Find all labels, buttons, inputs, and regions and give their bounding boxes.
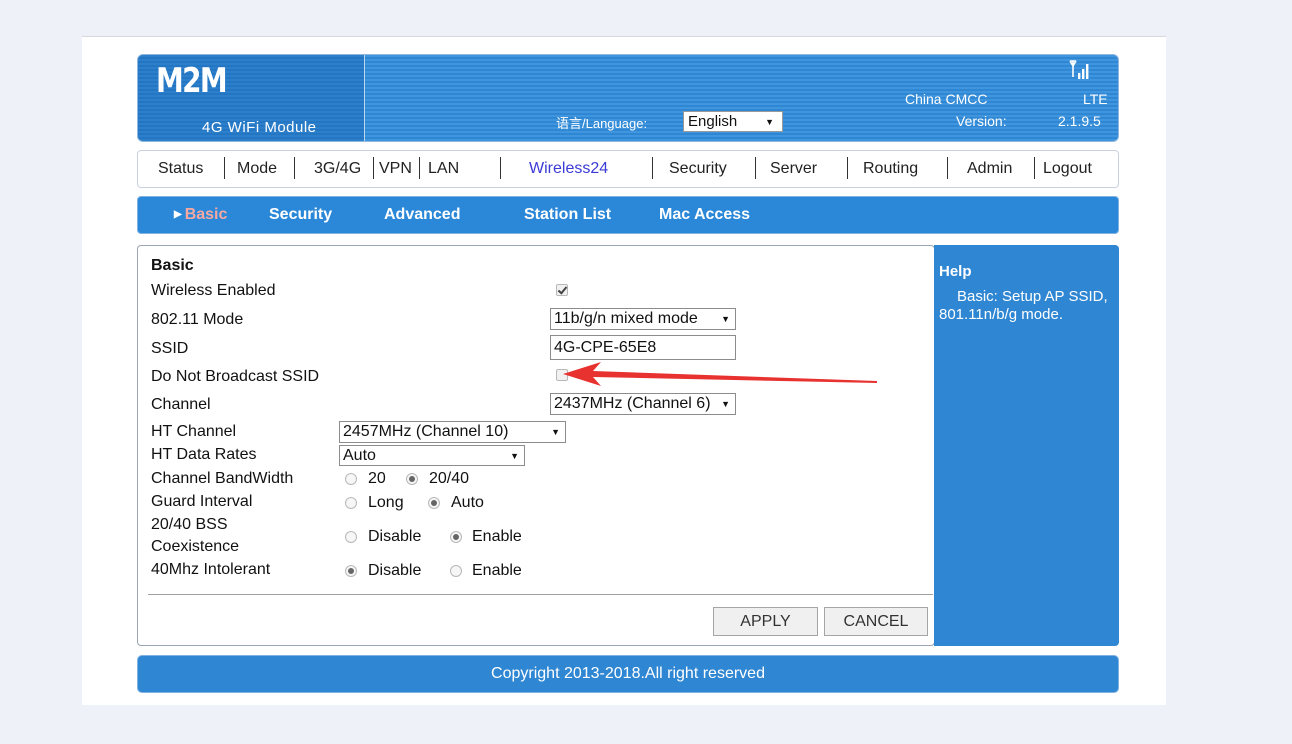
intolerant-disable-label: Disable <box>368 562 422 579</box>
tab-mac-access[interactable]: Mac Access <box>659 206 750 224</box>
header-banner: M2M 4G WiFi Module 语言/Language: English … <box>137 54 1119 142</box>
mode-label: 802.11 Mode <box>151 311 244 328</box>
chevron-down-icon: ▼ <box>549 422 560 442</box>
bandwidth-label: Channel BandWidth <box>151 470 294 487</box>
ssid-label: SSID <box>151 340 189 357</box>
signal-strength-icon <box>1069 60 1089 79</box>
chevron-down-icon: ▼ <box>508 446 519 465</box>
channel-value: 2437MHz (Channel 6) <box>554 395 711 412</box>
nav-separator <box>947 157 948 179</box>
annotation-arrow <box>563 362 877 386</box>
nav-separator <box>500 157 501 179</box>
brand-logo: M2M <box>156 61 228 101</box>
ssid-input[interactable]: 4G-CPE-65E8 <box>550 335 736 360</box>
carrier-name: China CMCC <box>905 91 988 107</box>
guard-auto-radio[interactable] <box>428 497 440 509</box>
tab-security[interactable]: Security <box>269 206 332 224</box>
channel-label: Channel <box>151 396 211 413</box>
nav-separator <box>847 157 848 179</box>
nav-separator <box>373 157 374 179</box>
bss-disable-label: Disable <box>368 528 422 545</box>
chevron-down-icon: ▼ <box>719 394 730 414</box>
nav-security[interactable]: Security <box>669 160 727 178</box>
nav-status[interactable]: Status <box>158 160 203 178</box>
bandwidth-2040-radio[interactable] <box>406 473 418 485</box>
nav-wireless24[interactable]: Wireless24 <box>529 160 608 178</box>
language-select[interactable]: English ▼ <box>683 111 783 132</box>
page-sheet: M2M 4G WiFi Module 语言/Language: English … <box>82 36 1166 705</box>
nav-mode[interactable]: Mode <box>237 160 277 178</box>
chevron-down-icon: ▼ <box>719 309 730 329</box>
ht-channel-value: 2457MHz (Channel 10) <box>343 423 509 440</box>
section-title: Basic <box>151 257 194 274</box>
nav-separator <box>294 157 295 179</box>
intolerant-enable-radio[interactable] <box>450 565 462 577</box>
basic-settings-panel: Basic Wireless Enabled 802.11 Mode 11b/g… <box>137 245 935 646</box>
nav-separator <box>652 157 653 179</box>
wireless-enabled-checkbox[interactable] <box>556 284 568 296</box>
caret-right-icon: ▶ <box>174 209 182 220</box>
nav-3g4g[interactable]: 3G/4G <box>314 160 361 178</box>
network-type: LTE <box>1083 91 1108 107</box>
ht-channel-label: HT Channel <box>151 423 237 440</box>
help-text: Basic: Setup AP SSID, 801.11n/b/g mode. <box>939 288 1108 323</box>
nav-separator <box>755 157 756 179</box>
bss-enable-label: Enable <box>472 528 522 545</box>
nav-logout[interactable]: Logout <box>1043 160 1092 178</box>
nav-routing[interactable]: Routing <box>863 160 918 178</box>
channel-select[interactable]: 2437MHz (Channel 6) ▼ <box>550 393 736 415</box>
mode-select[interactable]: 11b/g/n mixed mode ▼ <box>550 308 736 330</box>
language-label: 语言/Language: <box>556 116 648 131</box>
bss-enable-radio[interactable] <box>450 531 462 543</box>
ht-rates-value: Auto <box>343 447 376 464</box>
guard-long-radio[interactable] <box>345 497 357 509</box>
nav-separator <box>1034 157 1035 179</box>
ht-channel-select[interactable]: 2457MHz (Channel 10) ▼ <box>339 421 566 443</box>
nav-server[interactable]: Server <box>770 160 817 178</box>
guard-long-label: Long <box>368 494 404 511</box>
guard-label: Guard Interval <box>151 493 253 510</box>
cancel-button[interactable]: CANCEL <box>824 607 928 636</box>
bss-label-line2: Coexistence <box>151 538 240 555</box>
tab-basic[interactable]: ▶ Basic <box>174 206 227 224</box>
wireless-enabled-label: Wireless Enabled <box>151 282 276 299</box>
intolerant-enable-label: Enable <box>472 562 522 579</box>
logo-area: M2M 4G WiFi Module <box>138 55 365 141</box>
copyright-footer: Copyright 2013-2018.All right reserved <box>137 655 1119 693</box>
bss-label-line1: 20/40 BSS <box>151 516 228 533</box>
main-nav: Status Mode 3G/4G VPN LAN Wireless24 Sec… <box>137 150 1119 188</box>
wireless-subnav: ▶ Basic Security Advanced Station List Ma… <box>137 196 1119 234</box>
firmware-version: 2.1.9.5 <box>1058 113 1101 129</box>
guard-auto-label: Auto <box>451 494 484 511</box>
language-value: English <box>688 113 738 130</box>
mode-value: 11b/g/n mixed mode <box>554 310 698 327</box>
intolerant-disable-radio[interactable] <box>345 565 357 577</box>
nav-separator <box>224 157 225 179</box>
chevron-down-icon: ▼ <box>765 117 774 127</box>
form-divider <box>148 594 933 595</box>
nav-lan[interactable]: LAN <box>428 160 459 178</box>
ht-rates-select[interactable]: Auto ▼ <box>339 445 525 466</box>
bandwidth-2040-label: 20/40 <box>429 470 470 487</box>
version-label: Version: <box>956 113 1007 129</box>
nav-vpn[interactable]: VPN <box>379 160 412 178</box>
intolerant-label: 40Mhz Intolerant <box>151 561 271 578</box>
tab-basic-label: Basic <box>184 206 228 223</box>
apply-button[interactable]: APPLY <box>713 607 818 636</box>
bss-disable-radio[interactable] <box>345 531 357 543</box>
help-title: Help <box>939 263 972 280</box>
hide-ssid-label: Do Not Broadcast SSID <box>151 368 320 385</box>
help-panel: Help Basic: Setup AP SSID, 801.11n/b/g m… <box>934 245 1119 646</box>
tab-station-list[interactable]: Station List <box>524 206 611 224</box>
bandwidth-20-radio[interactable] <box>345 473 357 485</box>
ht-rates-label: HT Data Rates <box>151 446 257 463</box>
bandwidth-20-label: 20 <box>368 470 386 487</box>
nav-admin[interactable]: Admin <box>967 160 1012 178</box>
product-name: 4G WiFi Module <box>202 119 317 136</box>
tab-advanced[interactable]: Advanced <box>384 206 460 224</box>
nav-separator <box>419 157 420 179</box>
